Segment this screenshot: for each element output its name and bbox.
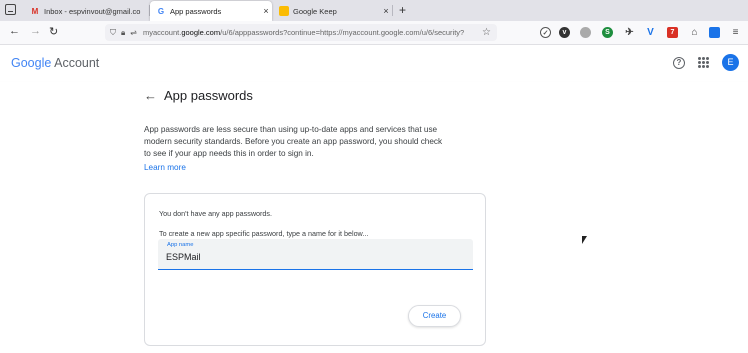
app-name-field[interactable]: App name [158, 239, 473, 270]
extension-green-icon[interactable]: S [602, 27, 613, 38]
page-title-bar: ← App passwords [0, 82, 748, 112]
app-name-input[interactable] [166, 250, 456, 264]
app-name-label: App name [167, 242, 194, 248]
mouse-cursor-icon [582, 236, 587, 244]
help-icon[interactable]: ? [673, 57, 685, 69]
extension-blue-icon[interactable] [709, 27, 720, 38]
permissions-icon: ⇌ [130, 28, 137, 37]
extension-v-icon[interactable]: V [645, 27, 656, 38]
lock-icon: 🔒︎ [121, 27, 126, 37]
back-icon[interactable]: ← [9, 25, 20, 37]
google-apps-icon[interactable] [698, 57, 709, 68]
main-content: App passwords are less secure than using… [0, 112, 748, 353]
reload-icon[interactable]: ↻ [49, 25, 58, 38]
url-text[interactable]: myaccount.google.com/u/6/apppasswords?co… [143, 28, 482, 37]
extension-dark-icon[interactable]: v [559, 27, 570, 38]
tab-app-passwords[interactable]: G App passwords × [150, 1, 272, 21]
tab-label: Google Keep [293, 6, 337, 16]
google-account-logo[interactable]: Google Account [11, 56, 99, 70]
tab-inbox[interactable]: M Inbox - espvinvout@gmail.co [24, 1, 148, 21]
app-passwords-card: You don't have any app passwords. To cre… [144, 193, 486, 346]
keep-icon [279, 6, 289, 16]
avatar[interactable]: E [722, 54, 739, 71]
browser-nav-bar: ← → ↻ ⛉ 🔒︎ ⇌ myaccount.google.com/u/6/ap… [0, 21, 748, 45]
browser-tab-bar: M Inbox - espvinvout@gmail.co G App pass… [0, 0, 748, 21]
tab-divider [392, 5, 393, 16]
menu-icon[interactable]: ≡ [730, 27, 741, 38]
learn-more-link[interactable]: Learn more [144, 163, 186, 172]
tab-label: App passwords [170, 6, 222, 16]
google-account-header: Google Account ? E [0, 46, 748, 82]
no-passwords-text: You don't have any app passwords. [159, 209, 272, 218]
create-hint-text: To create a new app specific password, t… [159, 229, 369, 238]
extension-grey-icon[interactable] [580, 27, 591, 38]
tab-list-icon[interactable] [5, 4, 16, 15]
shield-icon: ⛉ [110, 27, 116, 37]
back-arrow-icon[interactable]: ← [144, 88, 157, 103]
bookmark-star-icon[interactable]: ☆ [482, 27, 491, 38]
new-tab-button[interactable]: + [399, 3, 406, 17]
google-g-icon: G [157, 6, 165, 16]
pocket-icon[interactable]: ✓ [540, 27, 551, 38]
extension-shield-icon[interactable]: 7 [667, 27, 678, 38]
close-tab-icon[interactable]: × [380, 6, 392, 16]
extensions-puzzle-icon[interactable]: ⌂ [689, 27, 700, 38]
tab-google-keep[interactable]: Google Keep × [273, 1, 392, 21]
intro-text: App passwords are less secure than using… [144, 125, 443, 158]
page-title: App passwords [164, 88, 253, 103]
tab-label: Inbox - espvinvout@gmail.co [44, 6, 141, 16]
extension-bird-icon[interactable]: ✈ [624, 27, 635, 38]
create-button[interactable]: Create [408, 305, 461, 327]
url-bar[interactable]: ⛉ 🔒︎ ⇌ myaccount.google.com/u/6/apppassw… [105, 24, 497, 41]
gmail-icon: M [31, 6, 39, 16]
close-tab-icon[interactable]: × [260, 6, 272, 16]
forward-icon[interactable]: → [30, 25, 41, 37]
